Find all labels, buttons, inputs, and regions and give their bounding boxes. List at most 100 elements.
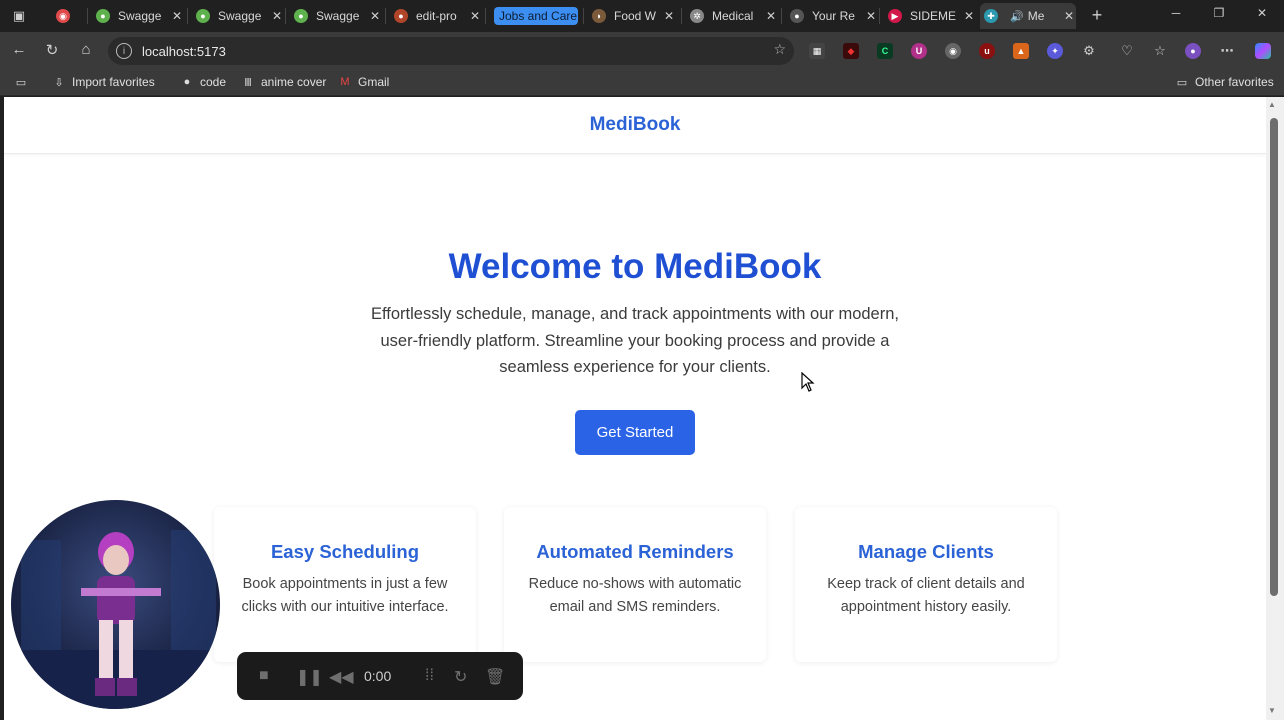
tab-separator — [781, 8, 782, 24]
brand-logo[interactable]: MediBook — [590, 114, 681, 136]
tab-separator — [187, 8, 188, 24]
get-started-button[interactable]: Get Started — [575, 410, 695, 455]
close-tab-icon[interactable]: ✕ — [270, 9, 284, 23]
browser-tab[interactable]: ● Swagge ✕ — [290, 3, 382, 29]
speaker-icon[interactable]: 🔊 — [1010, 10, 1024, 23]
browser-tab[interactable]: ◗ Food W ✕ — [588, 3, 676, 29]
extension-icon[interactable]: U — [911, 43, 927, 59]
browser-toolbar: ← ↻ ⌂ i localhost:5173 ☆ ▦ ◆ C U ◉ u ▲ ✦… — [0, 32, 1284, 70]
pause-icon[interactable]: ❚❚ — [296, 667, 323, 687]
browser-tab[interactable]: ● Swagge ✕ — [192, 3, 284, 29]
tab-separator — [485, 8, 486, 24]
close-tab-icon[interactable]: ✕ — [1062, 9, 1076, 23]
stop-icon[interactable]: ■ — [259, 667, 269, 685]
tab-separator — [879, 8, 880, 24]
scrollbar-thumb[interactable] — [1270, 118, 1278, 596]
other-favorites[interactable]: ▭ Other favorites — [1175, 75, 1274, 89]
recording-time: 0:00 — [364, 668, 392, 684]
scroll-up-icon[interactable]: ▲ — [1268, 100, 1276, 109]
avatar[interactable]: ● — [1185, 43, 1201, 59]
browser-tab[interactable]: ▶ SIDEME ✕ — [884, 3, 976, 29]
rewind-icon[interactable]: ◀◀ — [329, 667, 354, 687]
restart-icon[interactable]: ↻ — [454, 667, 467, 687]
close-tab-icon[interactable]: ✕ — [468, 9, 482, 23]
tab-separator — [87, 8, 88, 24]
browser-tab[interactable]: ✲ Medical ✕ — [686, 3, 778, 29]
extension-icon[interactable]: ✦ — [1047, 43, 1063, 59]
restore-button[interactable]: ❐ — [1207, 6, 1231, 20]
minimize-button[interactable]: ─ — [1164, 6, 1188, 20]
tab-title: Jobs and Care — [494, 7, 578, 25]
performance-icon[interactable]: ♡ — [1119, 43, 1135, 59]
tab-separator — [583, 8, 584, 24]
feature-text: Book appointments in just a few clicks w… — [241, 576, 449, 615]
extension-icon[interactable]: ◆ — [843, 43, 859, 59]
new-tab-button[interactable]: + — [1086, 5, 1108, 26]
browser-tab[interactable]: Jobs and Care — [490, 3, 578, 29]
hero-title: Welcome to MediBook — [448, 247, 822, 286]
tab-title: Swagge — [118, 9, 162, 23]
extensions-icon[interactable]: ⚙ — [1081, 43, 1097, 59]
feature-title: Easy Scheduling — [270, 541, 420, 562]
close-tab-icon[interactable]: ✕ — [864, 9, 878, 23]
tab-separator — [285, 8, 286, 24]
feature-title: Automated Reminders — [536, 541, 734, 562]
folder-icon: ▭ — [1176, 76, 1188, 89]
close-tab-icon[interactable]: ✕ — [764, 9, 778, 23]
tab-actions-icon[interactable]: ▣ — [10, 7, 28, 25]
scroll-down-icon[interactable]: ▼ — [1268, 706, 1276, 715]
tab-title: Me — [1027, 9, 1045, 23]
back-icon[interactable]: ← — [9, 41, 29, 58]
bookmark-code[interactable]: ● code — [180, 75, 226, 89]
tab-title: Medical — [712, 9, 754, 23]
close-tab-icon[interactable]: ✕ — [662, 9, 676, 23]
copilot-icon[interactable] — [1255, 43, 1271, 59]
address-url[interactable]: localhost:5173 — [142, 44, 226, 59]
refresh-icon[interactable]: ↻ — [42, 41, 62, 59]
browser-tab[interactable]: ◉ — [52, 3, 80, 29]
openai-icon: ✲ — [690, 9, 704, 23]
close-tab-icon[interactable]: ✕ — [962, 9, 976, 23]
more-menu-icon[interactable]: ⋯ — [1219, 43, 1235, 59]
home-icon[interactable]: ⌂ — [76, 41, 96, 58]
youtube-icon: ▶ — [888, 9, 902, 23]
tab-title: Food W — [614, 9, 656, 23]
bookmark-anime-cover[interactable]: Ⅲanime cover — [241, 75, 326, 89]
github-icon: ● — [790, 9, 804, 23]
mouse-cursor-icon — [801, 372, 815, 392]
favorite-star-icon[interactable]: ☆ — [773, 41, 786, 58]
grid-icon[interactable]: ⁞⁞ — [425, 667, 434, 685]
address-bar[interactable]: i localhost:5173 ☆ — [108, 37, 794, 65]
browser-tab[interactable]: ● Your Re ✕ — [786, 3, 878, 29]
close-window-button[interactable]: ✕ — [1250, 6, 1274, 20]
close-tab-icon[interactable]: ✕ — [368, 9, 382, 23]
bookmark-gmail[interactable]: M Gmail — [338, 75, 389, 89]
favorites-icon[interactable]: ☆ — [1152, 43, 1168, 59]
feature-card: Automated Reminders Reduce no-shows with… — [504, 507, 766, 662]
tab-title: SIDEME — [910, 9, 956, 23]
feature-text: Reduce no-shows with automatic email and… — [528, 576, 742, 615]
site-info-icon[interactable]: i — [116, 43, 132, 59]
bookmark-import-favorites[interactable]: ⇩ Import favorites — [52, 75, 154, 89]
food-icon: ◗ — [592, 9, 606, 23]
hero-subtitle: Effortlessly schedule, manage, and track… — [371, 305, 899, 376]
swagger-icon: ● — [96, 9, 110, 23]
extension-icon[interactable]: C — [877, 43, 893, 59]
extension-icon[interactable]: ▦ — [809, 43, 825, 59]
edit-icon: ● — [394, 9, 408, 23]
ublock-icon[interactable]: u — [979, 43, 995, 59]
delete-icon[interactable]: 🗑 — [485, 667, 505, 687]
browser-tab[interactable]: ● Swagge ✕ — [92, 3, 184, 29]
metamask-icon[interactable]: ▲ — [1013, 43, 1029, 59]
browser-tab[interactable]: ✚ 🔊 Me ✕ — [980, 3, 1076, 29]
tab-title: Your Re — [812, 9, 855, 23]
extension-icon[interactable]: ◉ — [945, 43, 961, 59]
bookmarks-bar: ▭ ⇩ Import favorites ● code Ⅲanime cover M… — [0, 70, 1284, 96]
tab-separator — [385, 8, 386, 24]
reading-list-icon[interactable]: ▭ — [14, 75, 34, 89]
feature-card: Manage Clients Keep track of client deta… — [795, 507, 1057, 662]
close-tab-icon[interactable]: ✕ — [170, 9, 184, 23]
browser-tab[interactable]: ● edit-pro ✕ — [390, 3, 482, 29]
feature-title: Manage Clients — [858, 541, 994, 562]
tab-separator — [681, 8, 682, 24]
